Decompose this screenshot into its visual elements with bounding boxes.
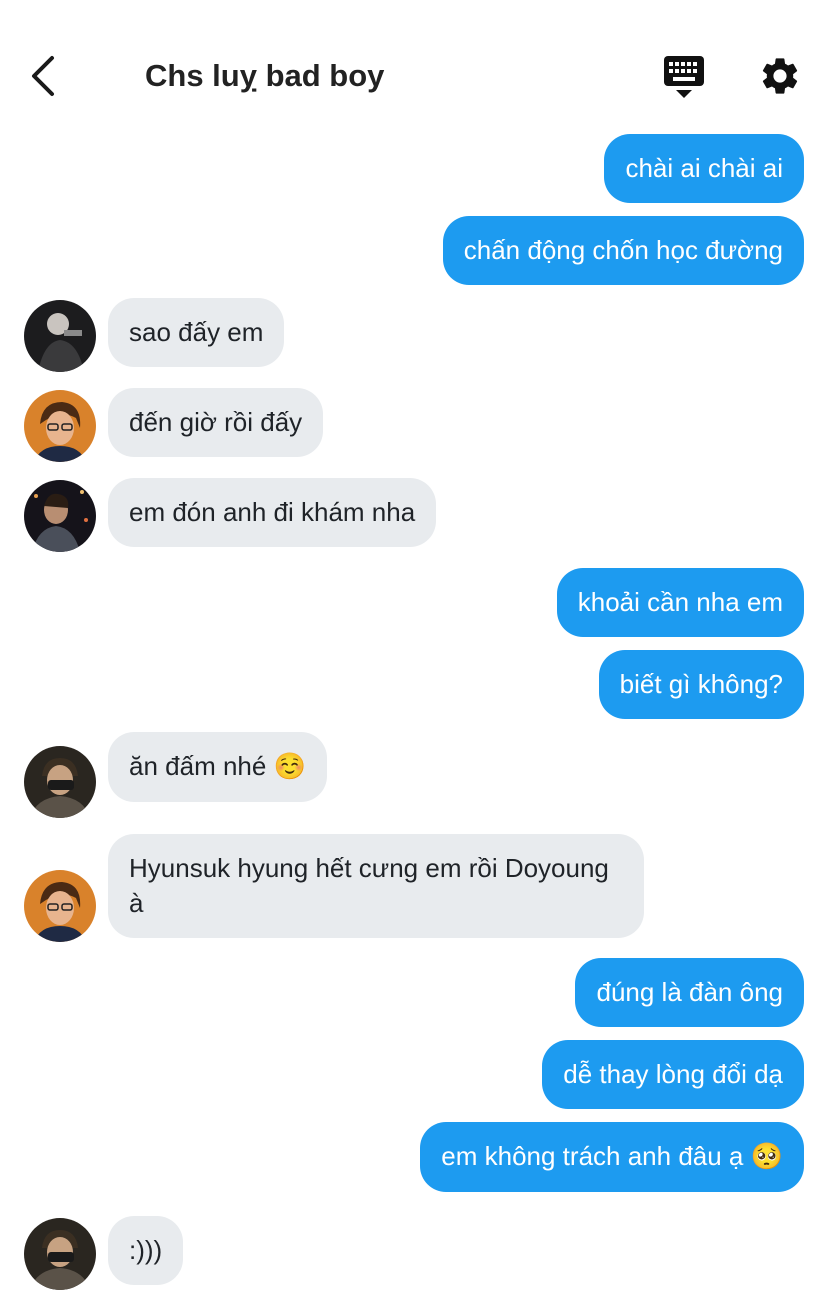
sent-message[interactable]: chài ai chài ai (604, 134, 804, 203)
message-text: ăn đấm nhé (129, 751, 267, 781)
message-text: khoải cần nha em (577, 587, 783, 617)
message-text: dễ thay lòng đổi dạ (563, 1059, 783, 1089)
gear-icon (762, 58, 798, 94)
avatar-photo (24, 300, 96, 372)
avatar-photo (24, 870, 96, 942)
message-text: Hyunsuk hyung hết cưng em rồi Doyoung à (129, 853, 609, 918)
sent-message[interactable]: dễ thay lòng đổi dạ (542, 1040, 804, 1109)
avatar-photo (24, 746, 96, 818)
avatar-photo (24, 480, 96, 552)
chat-header: Chs luỵ bad boy (0, 0, 828, 130)
keyboard-button[interactable] (662, 54, 706, 100)
keyboard-icon (664, 56, 704, 98)
received-message[interactable]: Hyunsuk hyung hết cưng em rồi Doyoung à (108, 834, 644, 938)
avatar[interactable] (24, 390, 96, 462)
avatar[interactable] (24, 746, 96, 818)
message-text: biết gì không? (619, 669, 783, 699)
message-text: em không trách anh đâu ạ (441, 1141, 744, 1171)
sent-message[interactable]: đúng là đàn ông (575, 958, 804, 1027)
avatar[interactable] (24, 1218, 96, 1290)
message-text: :))) (129, 1235, 163, 1265)
message-text: chấn động chốn học đường (463, 235, 783, 265)
message-text: chài ai chài ai (625, 153, 783, 183)
message-text: sao đấy em (129, 317, 264, 347)
avatar-photo (24, 1218, 96, 1290)
received-message[interactable]: :))) (108, 1216, 184, 1285)
message-text: đúng là đàn ông (596, 977, 783, 1007)
avatar-photo (24, 390, 96, 462)
smiling-face-emoji: ☺️ (273, 752, 306, 782)
received-message[interactable]: ăn đấm nhé ☺️ (108, 732, 327, 802)
received-message[interactable]: đến giờ rồi đấy (108, 388, 324, 457)
back-button[interactable] (26, 52, 66, 100)
chat-title: Chs luỵ bad boy (145, 58, 385, 93)
settings-button[interactable] (758, 54, 802, 98)
sent-message[interactable]: biết gì không? (598, 650, 804, 719)
avatar[interactable] (24, 480, 96, 552)
avatar[interactable] (24, 870, 96, 942)
pleading-face-emoji: 🥺 (750, 1142, 783, 1172)
message-text: đến giờ rồi đấy (129, 407, 303, 437)
back-arrow-icon (32, 56, 54, 96)
sent-message[interactable]: chấn động chốn học đường (442, 216, 804, 285)
received-message[interactable]: sao đấy em (108, 298, 285, 367)
received-message[interactable]: em đón anh đi khám nha (108, 478, 437, 547)
avatar[interactable] (24, 300, 96, 372)
message-text: em đón anh đi khám nha (129, 497, 416, 527)
sent-message[interactable]: khoải cần nha em (556, 568, 804, 637)
sent-message[interactable]: em không trách anh đâu ạ 🥺 (420, 1122, 804, 1192)
